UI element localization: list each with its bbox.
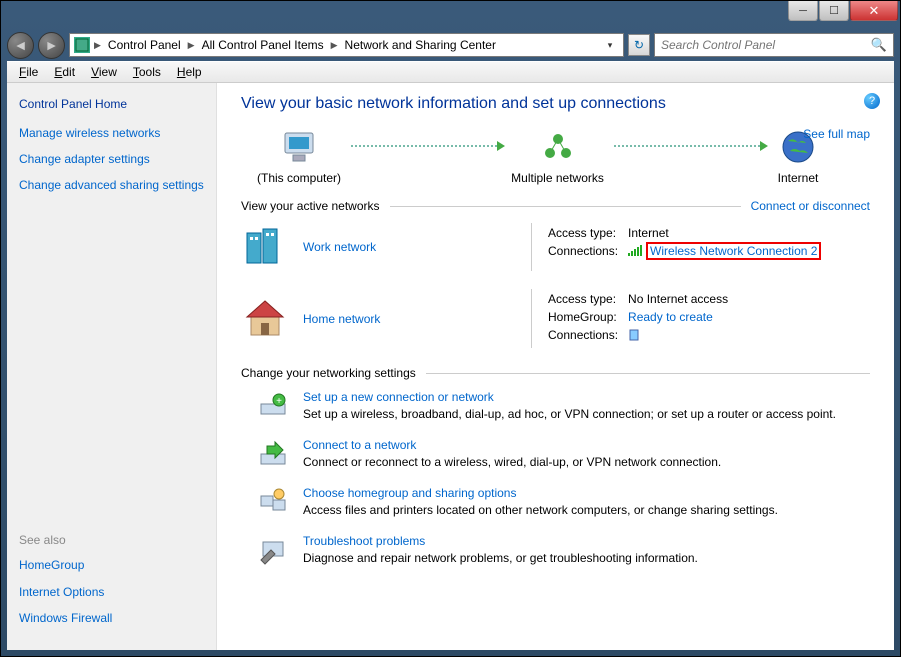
network-row-home: Home network Access type:No Internet acc… — [241, 289, 870, 348]
task-title[interactable]: Set up a new connection or network — [303, 390, 836, 404]
task-setup-connection: + Set up a new connection or network Set … — [241, 390, 870, 422]
section-header-change: Change your networking settings — [241, 366, 870, 380]
wifi-signal-icon — [628, 245, 642, 256]
network-map: (This computer) Multiple networks Intern… — [241, 127, 870, 185]
access-type-value: Internet — [628, 225, 829, 241]
map-connection-line — [351, 145, 501, 147]
homegroup-icon — [257, 486, 289, 518]
svg-text:+: + — [276, 396, 282, 407]
close-button[interactable]: ✕ — [850, 1, 898, 21]
search-icon: 🔍 — [871, 37, 887, 53]
address-bar[interactable]: ▶ Control Panel ▶ All Control Panel Item… — [69, 33, 624, 57]
divider — [426, 373, 870, 374]
map-node-label: Multiple networks — [511, 171, 604, 185]
menu-tools[interactable]: Tools — [125, 63, 169, 81]
menu-help[interactable]: Help — [169, 63, 210, 81]
section-header-active: View your active networks Connect or dis… — [241, 199, 870, 213]
access-type-label: Access type: — [548, 225, 626, 241]
task-desc: Connect or reconnect to a wireless, wire… — [303, 455, 721, 469]
access-type-value: No Internet access — [628, 291, 736, 307]
access-type-label: Access type: — [548, 291, 626, 307]
main-panel: ? View your basic network information an… — [217, 83, 894, 650]
ethernet-icon — [628, 331, 640, 345]
connect-network-icon — [257, 438, 289, 470]
task-title[interactable]: Troubleshoot problems — [303, 534, 698, 548]
chevron-right-icon: ▶ — [331, 40, 338, 51]
troubleshoot-icon — [257, 534, 289, 566]
map-connection-line — [614, 145, 764, 147]
window: ─ ☐ ✕ ◄ ► ▶ Control Panel ▶ All Control … — [0, 0, 901, 657]
map-node-networks: Multiple networks — [511, 127, 604, 185]
address-dropdown[interactable]: ▾ — [601, 40, 619, 51]
page-title: View your basic network information and … — [241, 95, 870, 113]
connections-label: Connections: — [548, 243, 626, 259]
breadcrumb-mid[interactable]: All Control Panel Items — [199, 36, 327, 54]
minimize-button[interactable]: ─ — [788, 1, 818, 21]
setup-connection-icon: + — [257, 390, 289, 422]
seealso-link[interactable]: Internet Options — [19, 584, 204, 600]
seealso-link[interactable]: HomeGroup — [19, 557, 204, 573]
see-also-header: See also — [19, 533, 204, 547]
map-node-label: Internet — [774, 171, 822, 185]
titlebar: ─ ☐ ✕ — [1, 1, 900, 29]
networks-icon — [534, 127, 582, 167]
forward-button[interactable]: ► — [38, 32, 65, 59]
home-network-link[interactable]: Home network — [303, 312, 380, 326]
divider — [390, 206, 741, 207]
search-box[interactable]: 🔍 — [654, 33, 894, 57]
map-node-label: (This computer) — [257, 171, 341, 185]
content: Control Panel Home Manage wireless netwo… — [7, 83, 894, 650]
back-button[interactable]: ◄ — [7, 32, 34, 59]
help-icon[interactable]: ? — [864, 93, 880, 109]
control-panel-home-link[interactable]: Control Panel Home — [19, 97, 204, 111]
task-title[interactable]: Connect to a network — [303, 438, 721, 452]
breadcrumb-root[interactable]: Control Panel — [105, 36, 184, 54]
maximize-button[interactable]: ☐ — [819, 1, 849, 21]
search-input[interactable] — [661, 38, 887, 52]
sidebar-link[interactable]: Change advanced sharing settings — [19, 177, 204, 193]
task-homegroup: Choose homegroup and sharing options Acce… — [241, 486, 870, 518]
wireless-connection-link[interactable]: Wireless Network Connection 2 — [646, 242, 821, 260]
task-title[interactable]: Choose homegroup and sharing options — [303, 486, 778, 500]
task-connect-network: Connect to a network Connect or reconnect… — [241, 438, 870, 470]
control-panel-icon — [74, 37, 90, 53]
work-network-link[interactable]: Work network — [303, 240, 376, 254]
connections-label: Connections: — [548, 327, 626, 346]
computer-icon — [275, 127, 323, 167]
homegroup-link[interactable]: Ready to create — [628, 309, 736, 325]
sidebar-link[interactable]: Change adapter settings — [19, 151, 204, 167]
homegroup-label: HomeGroup: — [548, 309, 626, 325]
section-label: Change your networking settings — [241, 366, 416, 380]
menu-file[interactable]: File — [11, 63, 46, 81]
sidebar-link[interactable]: Manage wireless networks — [19, 125, 204, 141]
map-node-computer: (This computer) — [257, 127, 341, 185]
see-full-map-link[interactable]: See full map — [803, 127, 870, 141]
refresh-button[interactable]: ↻ — [628, 34, 650, 56]
menu-edit[interactable]: Edit — [46, 63, 83, 81]
section-label: View your active networks — [241, 199, 380, 213]
task-desc: Diagnose and repair network problems, or… — [303, 551, 698, 565]
chevron-right-icon: ▶ — [94, 40, 101, 51]
see-also: See also HomeGroup Internet Options Wind… — [19, 533, 204, 636]
breadcrumb-leaf[interactable]: Network and Sharing Center — [342, 36, 499, 54]
menu-view[interactable]: View — [83, 63, 125, 81]
navbar: ◄ ► ▶ Control Panel ▶ All Control Panel … — [1, 29, 900, 61]
work-network-icon — [241, 223, 289, 271]
home-network-icon — [241, 295, 289, 343]
task-troubleshoot: Troubleshoot problems Diagnose and repair… — [241, 534, 870, 566]
connect-disconnect-link[interactable]: Connect or disconnect — [751, 199, 870, 213]
task-desc: Set up a wireless, broadband, dial-up, a… — [303, 407, 836, 421]
network-row-work: Work network Access type:Internet Connec… — [241, 223, 870, 271]
chevron-right-icon: ▶ — [188, 40, 195, 51]
task-desc: Access files and printers located on oth… — [303, 503, 778, 517]
seealso-link[interactable]: Windows Firewall — [19, 610, 204, 626]
menubar: File Edit View Tools Help — [7, 61, 894, 83]
sidebar: Control Panel Home Manage wireless netwo… — [7, 83, 217, 650]
